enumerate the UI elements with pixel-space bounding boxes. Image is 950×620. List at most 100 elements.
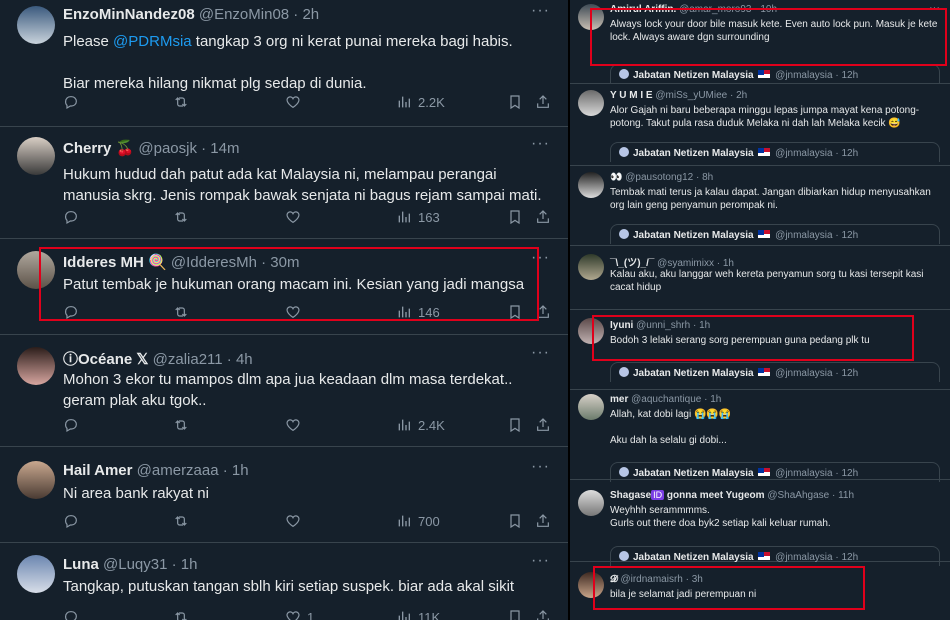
views-button[interactable]: 700 (396, 513, 440, 529)
left-panel: EnzoMinNandez08 @EnzoMin08 · 2h ··· Plea… (0, 0, 568, 620)
bookmark-button[interactable] (507, 94, 523, 110)
tweet[interactable]: ⓘOcéane 𝕏 @zalia211 · 4h ··· Mohon 3 eko… (0, 335, 568, 447)
tweet-text: Ni area bank rakyat ni (63, 485, 209, 502)
author-name[interactable]: Cherry 🍒 (63, 140, 134, 157)
avatar[interactable] (17, 6, 55, 44)
author-handle[interactable]: @amerzaaa · 1h (137, 462, 249, 479)
author-name[interactable]: Luna (63, 556, 99, 573)
share-button[interactable] (535, 609, 551, 620)
tweet[interactable]: Luna @Luqy31 · 1h ··· Tangkap, putuskan … (0, 543, 568, 620)
views-button[interactable]: 2.4K (396, 417, 445, 433)
retweet-button[interactable] (173, 609, 189, 620)
reply[interactable]: Y U M I E @miSs_yUMiee · 2h Alor Gajah n… (570, 84, 950, 166)
mention-link[interactable]: @PDRMsia (113, 33, 192, 50)
quoted-tweet[interactable]: Jabatan Netizen Malaysia @jnmalaysia · 1… (610, 462, 940, 482)
quoted-tweet[interactable]: Jabatan Netizen Malaysia @jnmalaysia · 1… (610, 142, 940, 162)
reply-icon (63, 513, 79, 529)
avatar[interactable] (17, 461, 55, 499)
author-name[interactable]: EnzoMinNandez08 (63, 6, 195, 23)
reply-text: Tembak mati terus ja kalau dapat. Jangan… (610, 187, 931, 211)
bookmark-button[interactable] (507, 209, 523, 225)
share-icon (535, 417, 551, 433)
avatar[interactable] (17, 555, 55, 593)
malaysia-flag-icon (758, 230, 771, 238)
more-options-button[interactable]: ··· (531, 2, 550, 20)
quoted-tweet[interactable]: Jabatan Netizen Malaysia @jnmalaysia · 1… (610, 224, 940, 244)
retweet-button[interactable] (173, 94, 189, 110)
share-button[interactable] (535, 94, 551, 110)
quoted-tweet[interactable]: Jabatan Netizen Malaysia @jnmalaysia · 1… (610, 362, 940, 382)
retweet-button[interactable] (173, 417, 189, 433)
like-button[interactable] (285, 209, 301, 225)
views-icon (396, 209, 412, 225)
author-name[interactable]: ⓘOcéane 𝕏 (63, 351, 148, 368)
like-button[interactable]: 1 (285, 609, 314, 620)
id-badge: ID (651, 490, 665, 500)
bookmark-icon (507, 513, 523, 529)
like-button[interactable] (285, 513, 301, 529)
bookmark-button[interactable] (507, 513, 523, 529)
reply[interactable]: mer @aquchantique · 1h Allah, kat dobi l… (570, 390, 950, 482)
retweet-button[interactable] (173, 513, 189, 529)
avatar[interactable] (578, 90, 604, 116)
avatar[interactable] (578, 172, 604, 198)
tweet[interactable]: Hail Amer @amerzaaa · 1h ··· Ni area ban… (0, 447, 568, 543)
tweet[interactable]: Cherry 🍒 @paosjk · 14m ··· Hukum hudud d… (0, 127, 568, 239)
avatar[interactable] (17, 137, 55, 175)
views-button[interactable]: 11K (396, 609, 440, 620)
views-count: 11K (418, 609, 441, 620)
reply-text: Weyhhh serammmms. Gurls out there doa byk… (610, 505, 831, 529)
malaysia-flag-icon (758, 468, 771, 476)
reply-icon (63, 417, 79, 433)
reply-button[interactable] (63, 94, 79, 110)
reply[interactable]: Shagase ID gonna meet Yugeom @ShaAhgase ·… (570, 480, 950, 566)
more-options-button[interactable]: ··· (531, 135, 550, 153)
tweet-header: ⓘOcéane 𝕏 @zalia211 · 4h (63, 348, 253, 369)
reply[interactable]: 👀 @pausotong12 · 8h Tembak mati terus ja… (570, 166, 950, 246)
views-button[interactable]: 2.2K (396, 94, 445, 110)
reply-icon (63, 609, 79, 620)
reply[interactable]: ¯\_(ツ)_/¯ @syamimixx · 1h Kalau aku, aku… (570, 246, 950, 310)
tweet-actions: 1 11K (63, 609, 553, 620)
share-button[interactable] (535, 209, 551, 225)
reply-button[interactable] (63, 513, 79, 529)
retweet-button[interactable] (173, 209, 189, 225)
like-button[interactable] (285, 417, 301, 433)
like-icon (285, 417, 301, 433)
avatar[interactable] (578, 254, 604, 280)
quoted-tweet[interactable]: Jabatan Netizen Malaysia @jnmalaysia · 1… (610, 64, 940, 84)
malaysia-flag-icon (758, 70, 771, 78)
bookmark-button[interactable] (507, 417, 523, 433)
avatar (619, 147, 629, 157)
avatar[interactable] (578, 490, 604, 516)
bookmark-icon (507, 417, 523, 433)
more-options-button[interactable]: ··· (531, 344, 550, 362)
reply-button[interactable] (63, 417, 79, 433)
malaysia-flag-icon (758, 148, 771, 156)
retweet-icon (173, 417, 189, 433)
share-button[interactable] (535, 513, 551, 529)
share-button[interactable] (535, 417, 551, 433)
bookmark-icon (507, 94, 523, 110)
author-name[interactable]: Hail Amer (63, 462, 132, 479)
author-handle[interactable]: @zalia211 · 4h (153, 351, 253, 368)
views-icon (396, 417, 412, 433)
views-button[interactable]: 163 (396, 209, 440, 225)
tweet[interactable]: EnzoMinNandez08 @EnzoMin08 · 2h ··· Plea… (0, 0, 568, 127)
tweet-actions: 2.4K (63, 417, 553, 439)
tweet-header: Hail Amer @amerzaaa · 1h (63, 462, 249, 479)
avatar[interactable] (578, 394, 604, 420)
avatar[interactable] (17, 347, 55, 385)
like-button[interactable] (285, 94, 301, 110)
reply-button[interactable] (63, 209, 79, 225)
reply-icon (63, 209, 79, 225)
author-handle[interactable]: @paosjk · 14m (138, 140, 239, 157)
author-handle[interactable]: @Luqy31 · 1h (103, 556, 197, 573)
reply-icon (63, 94, 79, 110)
more-options-button[interactable]: ··· (531, 552, 550, 570)
reply-button[interactable] (63, 609, 79, 620)
author-handle[interactable]: @EnzoMin08 · 2h (199, 6, 319, 23)
bookmark-button[interactable] (507, 609, 523, 620)
bookmark-icon (507, 209, 523, 225)
more-options-button[interactable]: ··· (531, 458, 550, 476)
